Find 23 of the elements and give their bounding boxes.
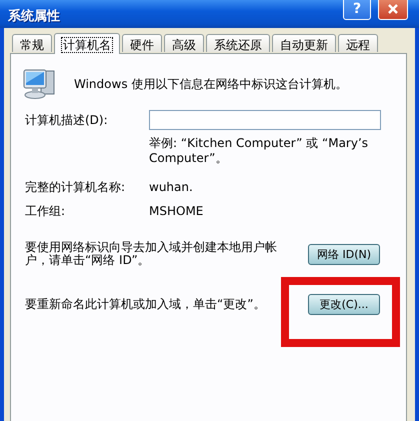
close-button[interactable] [378, 0, 408, 20]
tab[interactable]: 自动更新 [272, 34, 336, 52]
computer-icon [23, 68, 57, 100]
info-label: 工作组: [25, 203, 66, 220]
tab[interactable]: 高级 [164, 34, 204, 52]
tab[interactable]: 远程 [338, 34, 378, 52]
info-label: 完整的计算机名称: [25, 179, 126, 196]
tab[interactable]: 常规 [12, 34, 52, 52]
intro-text: Windows 使用以下信息在网络中标识这台计算机。 [74, 76, 348, 92]
instruction-text: 要使用网络标识向导去加入域并创建本地用户帐户，请单击“网络 ID”。 [25, 241, 278, 267]
computer-description-field[interactable] [149, 110, 381, 130]
tab[interactable]: 系统还原 [206, 34, 270, 52]
field-label: 计算机描述(D): [25, 112, 109, 128]
network-id-button[interactable]: 网络 ID(N) [308, 244, 380, 264]
tab[interactable]: 计算机名 [54, 33, 120, 54]
close-icon [387, 2, 399, 14]
change-button[interactable]: 更改(C)... [308, 294, 380, 315]
tab[interactable]: 硬件 [122, 34, 162, 52]
info-value: MSHOME [149, 203, 204, 220]
info-value: wuhan. [149, 179, 193, 196]
window-title: 系统属性 [8, 8, 61, 25]
example-text: 举例: “Kitchen Computer” 或 “Mary’s Computer”。 [149, 136, 370, 166]
instruction-text: 要重新命名此计算机或加入域，单击“更改”。 [25, 298, 266, 311]
